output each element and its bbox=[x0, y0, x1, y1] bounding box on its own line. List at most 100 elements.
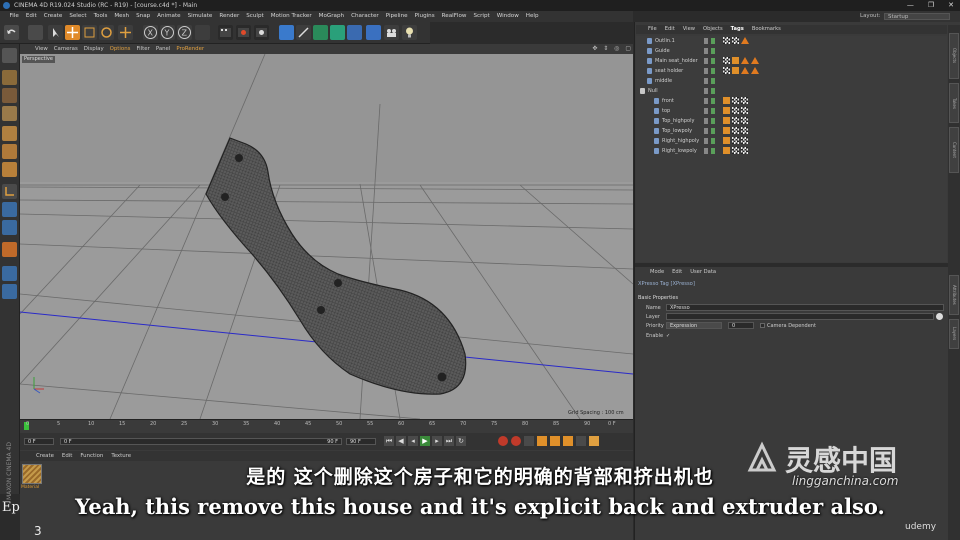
object-row[interactable]: Right_highpoly bbox=[636, 136, 947, 146]
phong-tag-icon[interactable] bbox=[751, 57, 759, 64]
object-row[interactable]: Guide bbox=[636, 46, 947, 56]
visibility-dots-icon[interactable] bbox=[704, 98, 716, 104]
last-tool-icon[interactable] bbox=[118, 25, 133, 40]
phong-tag-icon[interactable] bbox=[741, 57, 749, 64]
viewport-menu-prorender[interactable]: ProRender bbox=[173, 44, 207, 54]
light-icon[interactable] bbox=[402, 25, 417, 40]
visibility-dots-icon[interactable] bbox=[704, 78, 716, 84]
timeline-ruler[interactable]: 0 5 10 15 20 25 30 35 40 45 50 55 60 65 70 75 80 85 90 0 F bbox=[20, 419, 633, 433]
z-axis-icon[interactable]: Z bbox=[177, 25, 192, 40]
texture-tag-icon[interactable] bbox=[723, 37, 730, 44]
object-menu-objects[interactable]: Objects bbox=[699, 25, 727, 34]
enable-checkmark-icon[interactable]: ✓ bbox=[666, 332, 670, 340]
visibility-dots-icon[interactable] bbox=[704, 108, 716, 114]
xpresso-tag-icon[interactable] bbox=[723, 97, 730, 104]
floor-icon[interactable] bbox=[366, 25, 381, 40]
object-row[interactable]: Right_lowpoly bbox=[636, 146, 947, 156]
menu-mesh[interactable]: Mesh bbox=[111, 11, 133, 22]
object-row[interactable]: front bbox=[636, 96, 947, 106]
object-row[interactable]: Top_highpoly bbox=[636, 116, 947, 126]
material-menu-create[interactable]: Create bbox=[32, 451, 58, 461]
texture-tag-icon[interactable] bbox=[732, 97, 739, 104]
object-menu-file[interactable]: File bbox=[644, 25, 661, 34]
axis-mode-icon[interactable] bbox=[2, 184, 17, 199]
layer-pick-icon[interactable] bbox=[936, 313, 943, 320]
scale-icon[interactable] bbox=[82, 25, 97, 40]
object-menu-tags[interactable]: Tags bbox=[727, 25, 748, 34]
texture-tag-icon[interactable] bbox=[732, 117, 739, 124]
menu-mograph[interactable]: MoGraph bbox=[315, 11, 347, 22]
record-key-icon[interactable] bbox=[498, 436, 508, 446]
texture-tag-icon[interactable] bbox=[741, 137, 748, 144]
visibility-dots-icon[interactable] bbox=[704, 138, 716, 144]
viewport-menu-panel[interactable]: Panel bbox=[153, 44, 174, 54]
texture-tag-icon[interactable] bbox=[741, 127, 748, 134]
tab-content-browser[interactable]: Content bbox=[949, 127, 959, 173]
object-menu-view[interactable]: View bbox=[679, 25, 699, 34]
prev-frame-icon[interactable]: ◂ bbox=[408, 436, 418, 446]
loop-icon[interactable]: ↻ bbox=[456, 436, 466, 446]
phong-tag-icon[interactable] bbox=[741, 37, 749, 44]
lock-workplane-icon[interactable] bbox=[2, 284, 17, 299]
points-mode-icon[interactable] bbox=[2, 126, 17, 141]
viewport-menu-filter[interactable]: Filter bbox=[133, 44, 152, 54]
visibility-dots-icon[interactable] bbox=[704, 38, 716, 44]
priority-dropdown[interactable]: Expression bbox=[666, 322, 722, 329]
prev-key-icon[interactable]: ◀ bbox=[396, 436, 406, 446]
object-row[interactable]: Null bbox=[636, 86, 947, 96]
xpresso-tag-icon[interactable] bbox=[732, 67, 739, 74]
menu-motion-tracker[interactable]: Motion Tracker bbox=[267, 11, 315, 22]
menu-character[interactable]: Character bbox=[348, 11, 383, 22]
rotate-icon[interactable] bbox=[99, 25, 114, 40]
play-icon[interactable]: ▶ bbox=[420, 436, 430, 446]
minimize-button[interactable]: — bbox=[907, 0, 914, 11]
frame-range-slider[interactable]: 0 F 90 F bbox=[60, 438, 342, 445]
object-menu-bookmarks[interactable]: Bookmarks bbox=[748, 25, 785, 34]
scale-key-icon[interactable] bbox=[550, 436, 560, 446]
solo-icon[interactable] bbox=[2, 266, 17, 281]
snap-icon[interactable] bbox=[2, 220, 17, 235]
texture-tag-icon[interactable] bbox=[723, 57, 730, 64]
object-row[interactable]: seat holder bbox=[636, 66, 947, 76]
material-menu-texture[interactable]: Texture bbox=[107, 451, 135, 461]
next-frame-icon[interactable]: ▸ bbox=[432, 436, 442, 446]
attribute-menu-user-data[interactable]: User Data bbox=[686, 268, 720, 277]
attribute-menu-mode[interactable]: Mode bbox=[646, 268, 668, 277]
undo-icon[interactable] bbox=[4, 25, 19, 40]
render-picture-viewer-icon[interactable] bbox=[236, 25, 251, 40]
menu-help[interactable]: Help bbox=[522, 11, 542, 22]
render-settings-icon[interactable] bbox=[254, 25, 269, 40]
go-start-icon[interactable]: ⏮ bbox=[384, 436, 394, 446]
texture-tag-icon[interactable] bbox=[732, 137, 739, 144]
pen-spline-icon[interactable] bbox=[296, 25, 311, 40]
material-menu-function[interactable]: Function bbox=[76, 451, 107, 461]
visibility-dots-icon[interactable] bbox=[704, 128, 716, 134]
go-end-icon[interactable]: ⏭ bbox=[444, 436, 454, 446]
material-menu-edit[interactable]: Edit bbox=[58, 451, 76, 461]
model-mode-icon[interactable] bbox=[2, 70, 17, 85]
select-arrow-icon[interactable] bbox=[48, 25, 63, 40]
polygons-mode-icon[interactable] bbox=[2, 162, 17, 177]
workplane-icon[interactable] bbox=[2, 242, 17, 257]
viewport-menu-view[interactable]: View bbox=[32, 44, 51, 54]
workplane-mode-icon[interactable] bbox=[2, 106, 17, 121]
viewport-menu-options[interactable]: Options bbox=[107, 44, 134, 54]
visibility-dots-icon[interactable] bbox=[704, 148, 716, 154]
menu-pipeline[interactable]: Pipeline bbox=[382, 11, 411, 22]
cube-icon[interactable] bbox=[279, 25, 294, 40]
camera-dependent-checkbox[interactable] bbox=[760, 323, 765, 328]
viewport-menu-display[interactable]: Display bbox=[81, 44, 107, 54]
xpresso-tag-icon[interactable] bbox=[723, 137, 730, 144]
menu-animate[interactable]: Animate bbox=[154, 11, 184, 22]
menu-plugins[interactable]: Plugins bbox=[411, 11, 438, 22]
object-row[interactable]: Top_lowpoly bbox=[636, 126, 947, 136]
start-frame-field[interactable]: 0 F bbox=[24, 438, 54, 445]
texture-tag-icon[interactable] bbox=[741, 147, 748, 154]
phong-tag-icon[interactable] bbox=[741, 67, 749, 74]
edges-mode-icon[interactable] bbox=[2, 144, 17, 159]
menu-select[interactable]: Select bbox=[66, 11, 90, 22]
visibility-dots-icon[interactable] bbox=[704, 118, 716, 124]
position-key-icon[interactable] bbox=[537, 436, 547, 446]
texture-tag-icon[interactable] bbox=[732, 147, 739, 154]
viewport-nav-controls[interactable]: ✥ ⇕ ◎ ▢ bbox=[592, 44, 633, 54]
